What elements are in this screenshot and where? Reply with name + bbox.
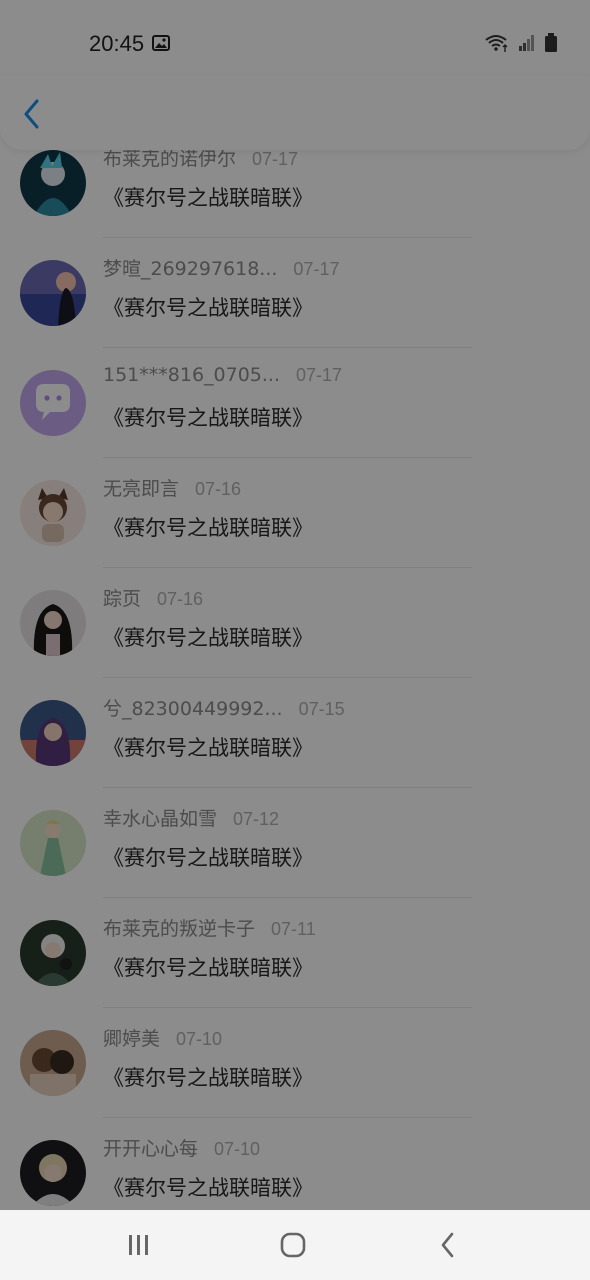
chevron-left-icon [441,1232,454,1258]
home-button[interactable] [275,1227,311,1263]
system-nav-bar [0,1210,590,1280]
nav-back-button[interactable] [430,1227,466,1263]
home-icon [280,1232,306,1258]
recents-button[interactable] [121,1227,157,1263]
dim-overlay [0,0,590,1210]
recents-icon [129,1235,148,1255]
